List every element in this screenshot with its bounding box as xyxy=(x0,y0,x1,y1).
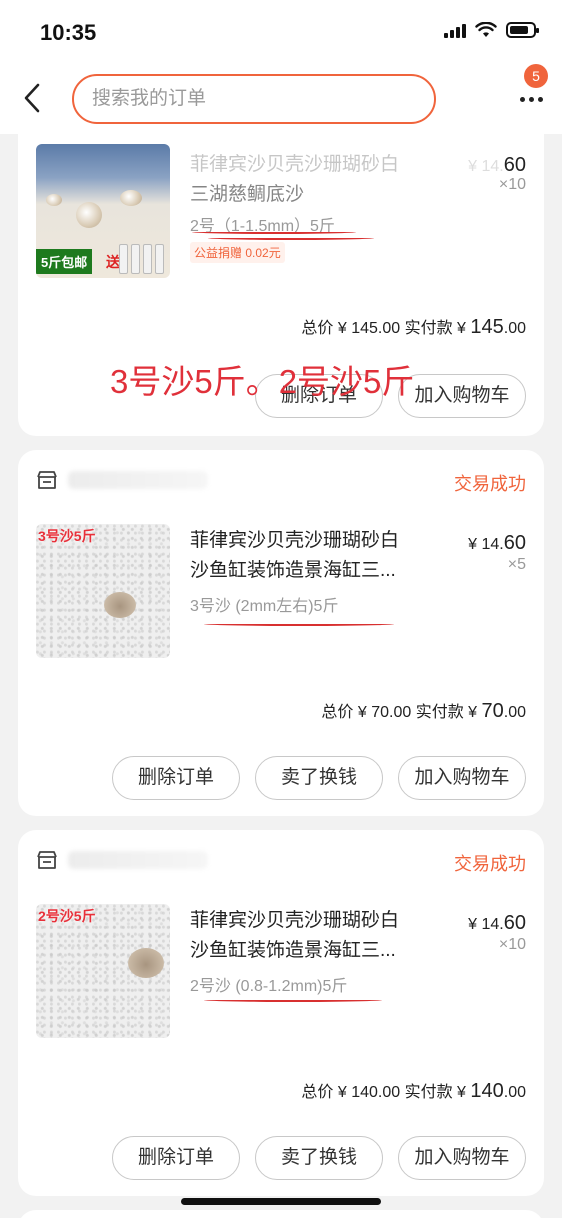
annotation-underline xyxy=(208,236,374,240)
message-badge: 5 xyxy=(524,64,548,88)
order-card-next xyxy=(18,1210,544,1218)
unit-price: ¥ 14.60 xyxy=(468,532,526,554)
shop-name xyxy=(68,851,208,869)
sell-button[interactable]: 卖了换钱 xyxy=(255,1136,383,1180)
nav-bar: 搜索我的订单 5 xyxy=(0,62,562,134)
thumb-gift: 送 xyxy=(106,254,120,270)
delete-order-button[interactable]: 删除订单 xyxy=(112,756,240,800)
shop-header[interactable] xyxy=(36,470,208,490)
order-status: 交易成功 xyxy=(454,474,526,494)
back-button[interactable] xyxy=(14,78,50,118)
title-line: 三湖慈鲷底沙 xyxy=(190,184,305,205)
title-line: 菲律宾沙贝壳沙珊瑚砂白 xyxy=(190,154,400,175)
quantity: ×5 xyxy=(507,556,526,573)
product-spec: 2号沙 (0.8-1.2mm)5斤 xyxy=(190,978,348,995)
annotation-note: 3号沙5斤。2号沙5斤 xyxy=(110,363,415,400)
search-input[interactable]: 搜索我的订单 xyxy=(72,74,436,124)
sell-button[interactable]: 卖了换钱 xyxy=(255,756,383,800)
thumb-label: 5斤包邮 xyxy=(36,249,93,274)
add-to-cart-button[interactable]: 加入购物车 xyxy=(398,374,526,418)
order-totals: 总价 ¥ 140.00 实付款 ¥ 140.00 xyxy=(301,1080,526,1102)
battery-icon xyxy=(506,22,539,38)
title-line: 沙鱼缸装饰造景海缸三... xyxy=(190,940,396,961)
product-thumbnail[interactable]: 2号沙5斤 xyxy=(36,904,170,1038)
unit-price: ¥ 14.60 xyxy=(468,912,526,934)
chevron-left-icon xyxy=(24,83,40,113)
shop-icon xyxy=(37,471,57,489)
product-thumbnail[interactable]: 3号沙5斤 xyxy=(36,524,170,658)
bottles-icon xyxy=(119,244,164,274)
cellular-signal-icon xyxy=(444,22,466,38)
add-to-cart-button[interactable]: 加入购物车 xyxy=(398,756,526,800)
status-time: 10:35 xyxy=(40,20,97,45)
annotation-underline xyxy=(204,622,394,626)
order-status: 交易成功 xyxy=(454,854,526,874)
dot-icon xyxy=(528,96,534,102)
quantity: ×10 xyxy=(498,936,526,953)
title-line: 沙鱼缸装饰造景海缸三... xyxy=(190,560,396,581)
status-icons xyxy=(444,22,539,38)
status-bar: 10:35 xyxy=(0,0,562,62)
dot-icon xyxy=(519,96,525,102)
home-indicator[interactable] xyxy=(181,1198,381,1205)
product-thumbnail[interactable]: 5斤包邮 送 xyxy=(36,144,170,278)
order-totals: 总价 ¥ 145.00 实付款 ¥ 145.00 xyxy=(301,316,526,338)
title-line: 菲律宾沙贝壳沙珊瑚砂白 xyxy=(190,910,400,931)
add-to-cart-button[interactable]: 加入购物车 xyxy=(398,1136,526,1180)
product-spec: 3号沙 (2mm左右)5斤 xyxy=(190,598,339,615)
annotation-underline xyxy=(204,998,382,1002)
dot-icon xyxy=(537,96,543,102)
order-card-3: 交易成功 2号沙5斤 菲律宾沙贝壳沙珊瑚砂白 沙鱼缸装饰造景海缸三... ¥ 1… xyxy=(18,830,544,1196)
title-line: 菲律宾沙贝壳沙珊瑚砂白 xyxy=(190,530,400,551)
unit-price: ¥ 14.60 xyxy=(468,154,526,176)
thumb-tag: 3号沙5斤 xyxy=(38,528,96,544)
product-title[interactable]: 菲律宾沙贝壳沙珊瑚砂白 三湖慈鲷底沙 xyxy=(190,150,440,210)
shop-icon xyxy=(37,851,57,869)
annotation-underline xyxy=(192,230,356,234)
order-totals: 总价 ¥ 70.00 实付款 ¥ 70.00 xyxy=(321,700,526,722)
delete-order-button[interactable]: 删除订单 xyxy=(112,1136,240,1180)
shop-header[interactable] xyxy=(36,850,208,870)
quantity: ×10 xyxy=(498,176,526,193)
order-card-2: 交易成功 3号沙5斤 菲律宾沙贝壳沙珊瑚砂白 沙鱼缸装饰造景海缸三... ¥ 1… xyxy=(18,450,544,816)
product-title[interactable]: 菲律宾沙贝壳沙珊瑚砂白 沙鱼缸装饰造景海缸三... xyxy=(190,526,440,586)
donation-tag: 公益捐赠 0.02元 xyxy=(190,242,285,263)
wifi-icon xyxy=(475,22,497,37)
product-title[interactable]: 菲律宾沙贝壳沙珊瑚砂白 沙鱼缸装饰造景海缸三... xyxy=(190,906,440,966)
shop-name xyxy=(68,471,208,489)
thumb-tag: 2号沙5斤 xyxy=(38,908,96,924)
